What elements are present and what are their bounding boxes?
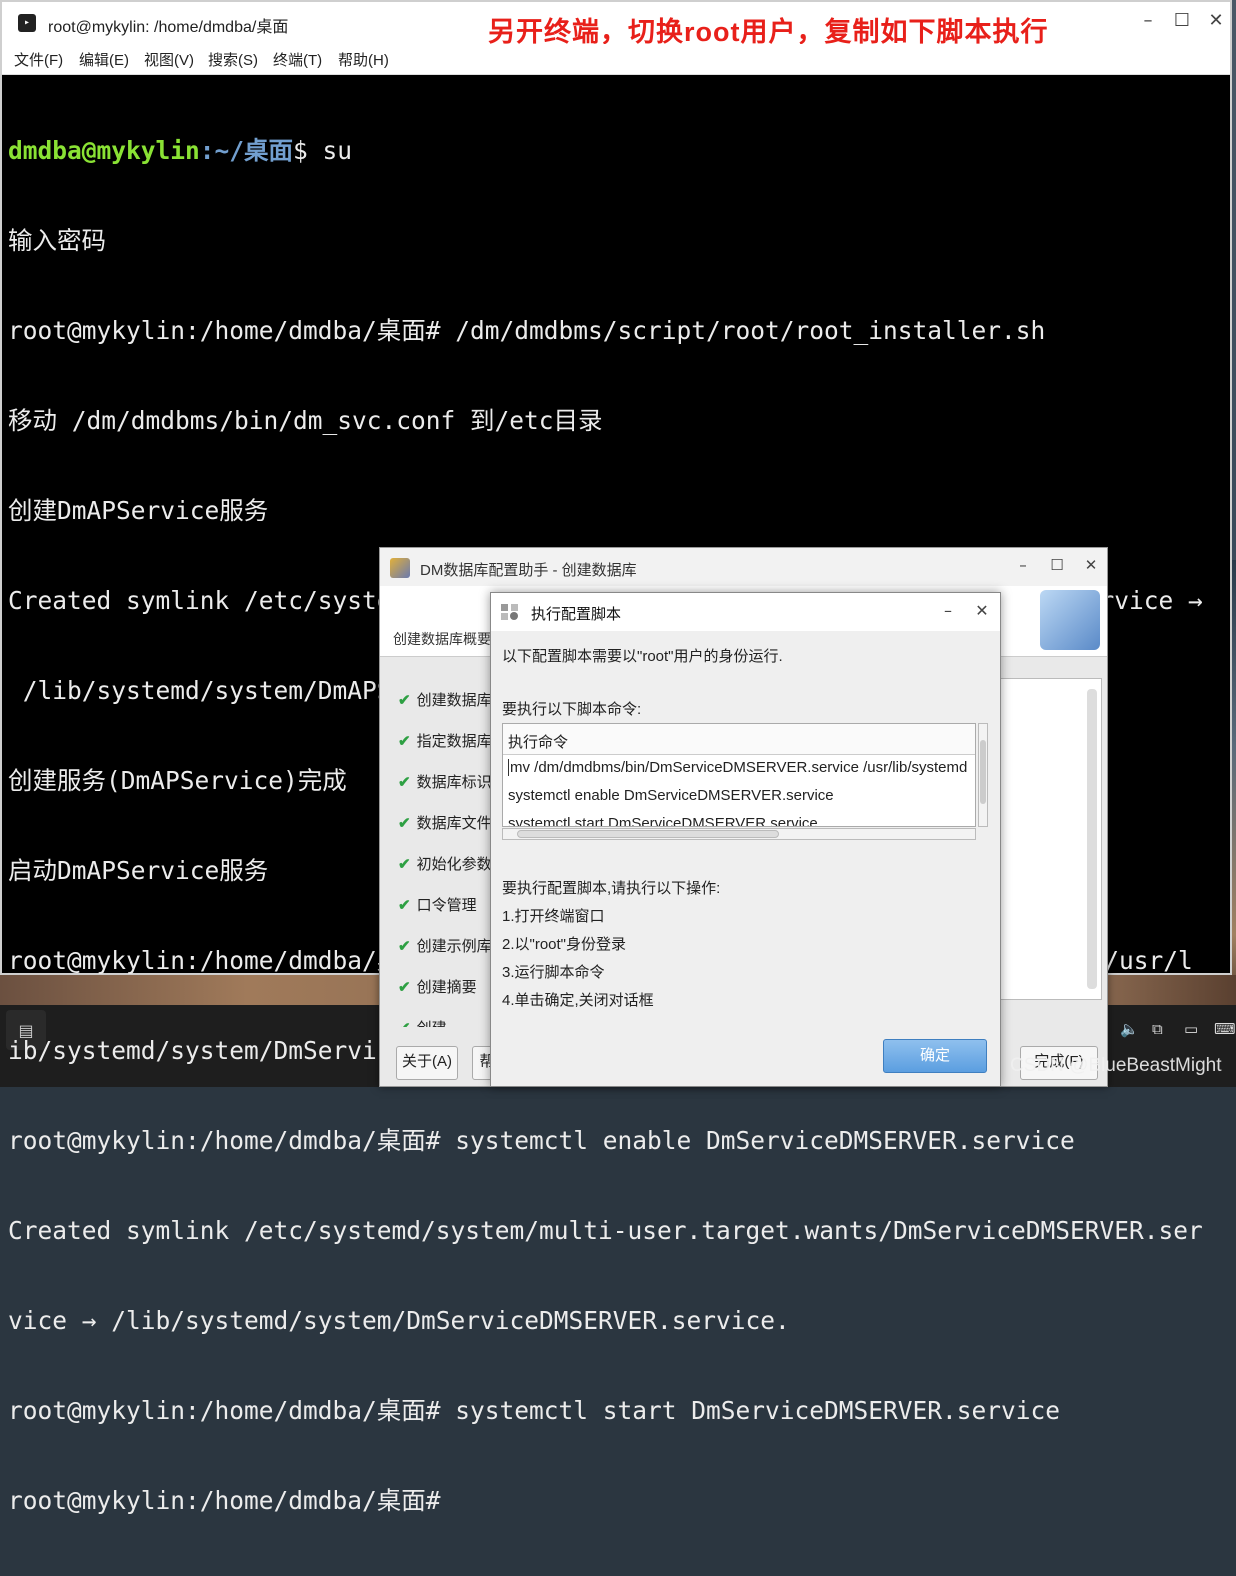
commands-label: 要执行以下脚本命令: <box>502 701 642 718</box>
watermark: CSDN @BlueBeastMight <box>1010 1055 1222 1076</box>
step-item: 3.运行脚本命令 <box>502 964 605 981</box>
terminal-line: root@mykylin:/home/dmdba/桌面# <box>8 1486 441 1515</box>
dm-step-item: ✔ 数据库标识 <box>398 774 492 791</box>
dialog-close-icon[interactable]: ✕ <box>970 601 994 620</box>
check-icon: ✔ <box>398 733 411 750</box>
menu-view[interactable]: 视图(V) <box>144 49 194 70</box>
check-icon: ✔ <box>398 815 411 832</box>
menu-search[interactable]: 搜索(S) <box>208 49 258 70</box>
dialog-titlebar: 执行配置脚本 – ✕ <box>491 593 1000 631</box>
prompt-user: dmdba@mykylin <box>8 136 200 165</box>
ok-button[interactable]: 确定 <box>883 1039 987 1073</box>
terminal-icon: ▸ <box>18 14 36 32</box>
terminal-line: root@mykylin:/home/dmdba/桌面# /dm/dmdbms/… <box>8 316 1046 345</box>
check-icon: ✔ <box>398 897 411 914</box>
dm-minimize-icon[interactable]: – <box>1010 556 1036 574</box>
command-row[interactable]: mv /dm/dmdbms/bin/DmServiceDMSERVER.serv… <box>508 759 967 776</box>
terminal-title: root@mykylin: /home/dmdba/桌面 <box>48 19 289 36</box>
maximize-icon[interactable]: ☐ <box>1169 10 1195 31</box>
dm-header-label: 创建数据库概要 <box>393 631 491 647</box>
dm-step-item: ✔创建 <box>398 1017 447 1027</box>
script-config-icon <box>501 604 518 620</box>
check-icon: ✔ <box>398 856 411 873</box>
step-item: 1.打开终端窗口 <box>502 908 605 925</box>
dm-maximize-icon[interactable]: ☐ <box>1044 556 1070 574</box>
commands-horizontal-scrollbar[interactable] <box>502 828 976 840</box>
dialog-minimize-icon[interactable]: – <box>936 601 960 620</box>
terminal-line: 创建DmAPService服务 <box>8 496 269 525</box>
dm-scrollbar[interactable] <box>1087 689 1097 989</box>
dm-close-icon[interactable]: ✕ <box>1078 556 1104 574</box>
dialog-intro: 以下配置脚本需要以"root"用户的身份运行. <box>502 648 783 665</box>
dm-content-panel <box>1000 678 1102 1000</box>
menu-file[interactable]: 文件(F) <box>14 49 63 70</box>
terminal-line: vice → /lib/systemd/system/DmServiceDMSE… <box>8 1306 790 1335</box>
terminal-line: dmdba@mykylin:~/桌面$ su <box>8 136 1228 166</box>
check-icon: ✔ <box>398 938 411 955</box>
command-row[interactable]: systemctl enable DmServiceDMSERVER.servi… <box>508 787 834 804</box>
commands-list[interactable]: 执行命令 mv /dm/dmdbms/bin/DmServiceDMSERVER… <box>502 723 976 827</box>
terminal-menubar: 文件(F) 编辑(E) 视图(V) 搜索(S) 终端(T) 帮助(H) <box>2 44 1230 75</box>
terminal-line: root@mykylin:/home/dmdba/桌面# systemctl e… <box>8 1126 1075 1155</box>
menu-help[interactable]: 帮助(H) <box>338 49 389 70</box>
dm-step-item: ✔ 口令管理 <box>398 897 477 914</box>
minimize-icon[interactable]: – <box>1135 10 1161 31</box>
dm-step-item: ✔ 数据库文件 <box>398 815 492 832</box>
terminal-line: Created symlink /etc/systemd/system/mult… <box>8 1216 1203 1245</box>
dm-step-item: ✔ 初始化参数 <box>398 856 492 873</box>
steps-title: 要执行配置脚本,请执行以下操作: <box>502 880 721 897</box>
dm-step-item: ✔ 创建数据库 <box>398 692 492 709</box>
dm-app-icon <box>390 558 410 578</box>
dm-step-item: ✔ 创建摘要 <box>398 979 477 996</box>
terminal-line: root@mykylin:/home/dmdba/桌面# systemctl s… <box>8 1396 1061 1425</box>
dm-window-title: DM数据库配置助手 - 创建数据库 <box>420 562 637 579</box>
menu-terminal[interactable]: 终端(T) <box>273 49 322 70</box>
scrollbar-thumb[interactable] <box>517 830 779 838</box>
about-button[interactable]: 关于(A) <box>396 1046 458 1080</box>
menu-edit[interactable]: 编辑(E) <box>79 49 129 70</box>
scrollbar-thumb[interactable] <box>980 740 986 804</box>
terminal-line: 输入密码 <box>8 226 106 255</box>
terminal-line: 移动 /dm/dmdbms/bin/dm_svc.conf 到/etc目录 <box>8 406 603 435</box>
dialog-title: 执行配置脚本 <box>531 606 622 623</box>
execute-script-dialog: 执行配置脚本 – ✕ 以下配置脚本需要以"root"用户的身份运行. 要执行以下… <box>490 592 1001 1087</box>
dm-titlebar: DM数据库配置助手 - 创建数据库 – ☐ ✕ <box>380 548 1107 586</box>
commands-vertical-scrollbar[interactable] <box>978 723 988 827</box>
terminal-titlebar: ▸ root@mykylin: /home/dmdba/桌面 另开终端，切换ro… <box>2 2 1230 47</box>
dm-step-item: ✔ 创建示例库 <box>398 938 492 955</box>
check-icon: ✔ <box>398 979 411 996</box>
prompt-path: :~/桌面 <box>199 136 294 165</box>
check-icon: ✔ <box>398 774 411 791</box>
step-item: 4.单击确定,关闭对话框 <box>502 992 654 1009</box>
prompt-command: $ su <box>293 136 353 165</box>
database-icon <box>1040 590 1100 650</box>
dm-step-item: ✔ 指定数据库 <box>398 733 492 750</box>
commands-column-header[interactable]: 执行命令 <box>503 724 975 755</box>
close-icon[interactable]: ✕ <box>1203 10 1229 31</box>
command-row[interactable]: systemctl start DmServiceDMSERVER.servic… <box>508 815 818 826</box>
step-item: 2.以"root"身份登录 <box>502 936 627 953</box>
check-icon: ✔ <box>398 1020 411 1027</box>
check-icon: ✔ <box>398 692 411 709</box>
